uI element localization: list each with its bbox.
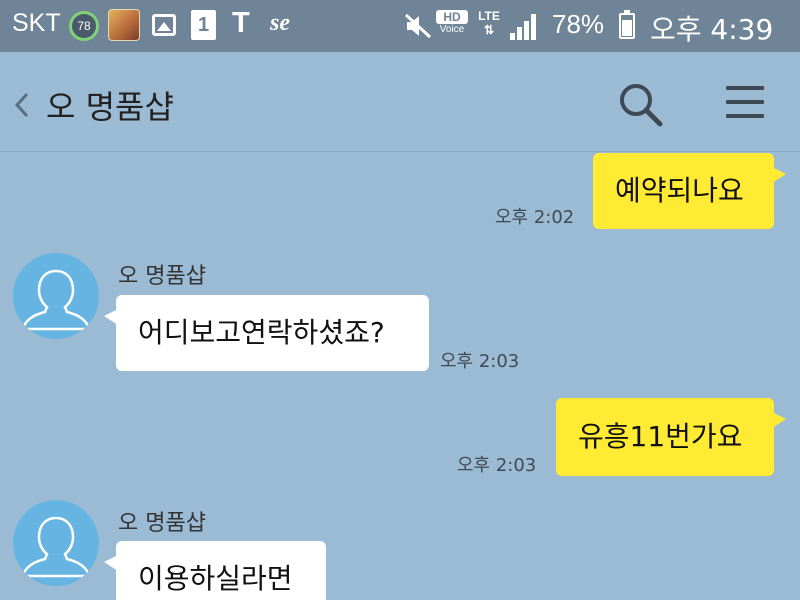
- message-text: 예약되나요: [615, 174, 744, 207]
- message-time: 오후 2:02: [495, 207, 575, 228]
- gallery-icon: [152, 14, 176, 36]
- menu-icon[interactable]: [726, 84, 766, 122]
- carrier-label: SKT: [12, 9, 61, 37]
- message-text: 이용하실라면: [138, 562, 293, 595]
- chat-title: 오 명품샵: [46, 88, 174, 126]
- message-text: 어디보고연락하셨죠?: [138, 316, 385, 349]
- message-time: 오후 2:03: [457, 455, 537, 476]
- t-icon: T: [232, 7, 250, 39]
- notification-count-badge: 78: [69, 11, 99, 41]
- default-profile-icon: [21, 269, 91, 331]
- search-icon[interactable]: [616, 80, 664, 128]
- mute-icon: [404, 13, 432, 39]
- message-bubble-sent[interactable]: 유흥11번가요: [556, 398, 786, 476]
- message-bubble-received[interactable]: 어디보고연락하셨죠?: [104, 295, 429, 371]
- voice-label: Voice: [439, 24, 465, 35]
- lte-icon: LTE ⇅: [478, 9, 500, 37]
- hd-voice-icon: HD Voice: [436, 10, 468, 35]
- back-chevron-icon[interactable]: [12, 90, 32, 120]
- lte-label: LTE: [478, 9, 500, 23]
- hd-label: HD: [436, 10, 468, 24]
- number-one-icon: 1: [191, 10, 216, 40]
- battery-icon: [619, 10, 635, 39]
- status-bar: SKT 78 1 T se HD Voice LTE ⇅ 78% 오후 4:39: [0, 0, 800, 52]
- clock: 오후 4:39: [650, 13, 774, 46]
- signal-icon: [510, 12, 540, 40]
- message-bubble-received[interactable]: 이용하실라면: [104, 541, 326, 600]
- chat-header: 오 명품샵: [0, 52, 800, 152]
- message-text: 유흥11번가요: [578, 420, 743, 453]
- avatar[interactable]: [13, 500, 99, 586]
- netmarble-app-icon: [108, 9, 140, 41]
- message-bubble-sent[interactable]: 예약되나요: [593, 153, 786, 229]
- default-profile-icon: [21, 516, 91, 578]
- sender-name: 오 명품샵: [118, 511, 206, 536]
- sender-name: 오 명품샵: [118, 264, 206, 289]
- message-time: 오후 2:03: [440, 351, 520, 372]
- se-icon: se: [270, 10, 290, 36]
- battery-percent: 78%: [552, 9, 605, 39]
- avatar[interactable]: [13, 253, 99, 339]
